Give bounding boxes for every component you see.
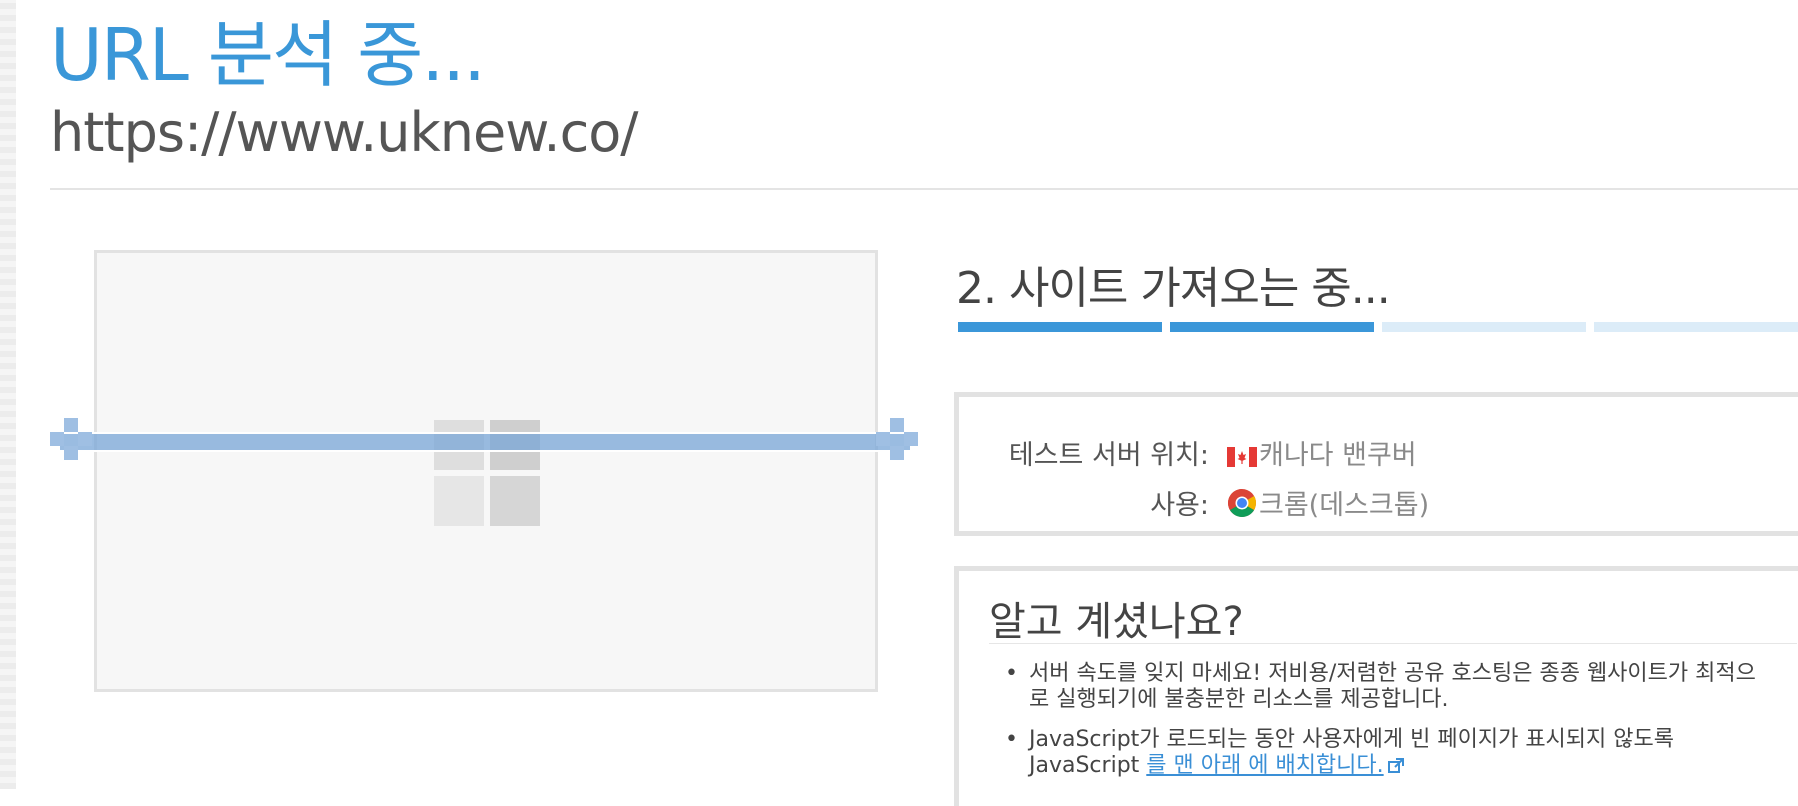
location-value: 캐나다 밴쿠버 bbox=[1227, 433, 1417, 472]
browser-row: 사용: 크롬(데스크톱) bbox=[959, 483, 1798, 523]
analyzed-url: https://www.uknew.co/ bbox=[50, 101, 639, 164]
tip-item: JavaScript가 로드되는 동안 사용자에게 빈 페이지가 표시되지 않도… bbox=[989, 727, 1769, 781]
progress-segment-done bbox=[958, 322, 1162, 332]
tip-item: 서버 속도를 잊지 마세요! 저비용/저렴한 공유 호스팅은 종종 웹사이트가 … bbox=[989, 661, 1769, 713]
scan-handle-left-icon bbox=[50, 418, 94, 462]
left-edge-strip bbox=[0, 0, 16, 789]
tip-link[interactable]: 를 맨 아래 에 배치합니다. bbox=[1146, 753, 1383, 778]
location-text: 캐나다 밴쿠버 bbox=[1259, 440, 1417, 471]
progress-segment-pending bbox=[1382, 322, 1586, 332]
scan-handle-right-icon bbox=[876, 418, 920, 462]
did-you-know-title: 알고 계셨나요? bbox=[989, 599, 1244, 645]
browser-value: 크롬(데스크톱) bbox=[1227, 483, 1429, 522]
tip-text: 서버 속도를 잊지 마세요! 저비용/저렴한 공유 호스팅은 종종 웹사이트가 … bbox=[1029, 661, 1756, 712]
chrome-icon bbox=[1227, 488, 1257, 518]
progress-segment-pending bbox=[1594, 322, 1798, 332]
progress-segment-done bbox=[1170, 322, 1374, 332]
browser-label: 사용: bbox=[1150, 490, 1209, 521]
page-title: URL 분석 중... bbox=[50, 13, 486, 97]
step-progress bbox=[958, 322, 1798, 332]
did-you-know-divider bbox=[989, 643, 1797, 644]
browser-text: 크롬(데스크톱) bbox=[1259, 490, 1430, 521]
location-label: 테스트 서버 위치: bbox=[1008, 440, 1209, 471]
location-row: 테스트 서버 위치: 캐나다 밴쿠버 bbox=[959, 433, 1798, 473]
external-link-icon[interactable] bbox=[1387, 755, 1404, 781]
did-you-know-panel: 알고 계셨나요? 서버 속도를 잊지 마세요! 저비용/저렴한 공유 호스팅은 … bbox=[954, 566, 1798, 806]
header-divider bbox=[50, 188, 1798, 190]
scan-progress-bar bbox=[60, 432, 910, 452]
tips-list: 서버 속도를 잊지 마세요! 저비용/저렴한 공유 호스팅은 종종 웹사이트가 … bbox=[989, 661, 1769, 795]
test-info-panel: 테스트 서버 위치: 캐나다 밴쿠버 사용: 크롬(데스크톱) bbox=[954, 392, 1798, 536]
canada-flag-icon bbox=[1227, 443, 1257, 467]
status-step-title: 2. 사이트 가져오는 중... bbox=[956, 263, 1391, 314]
